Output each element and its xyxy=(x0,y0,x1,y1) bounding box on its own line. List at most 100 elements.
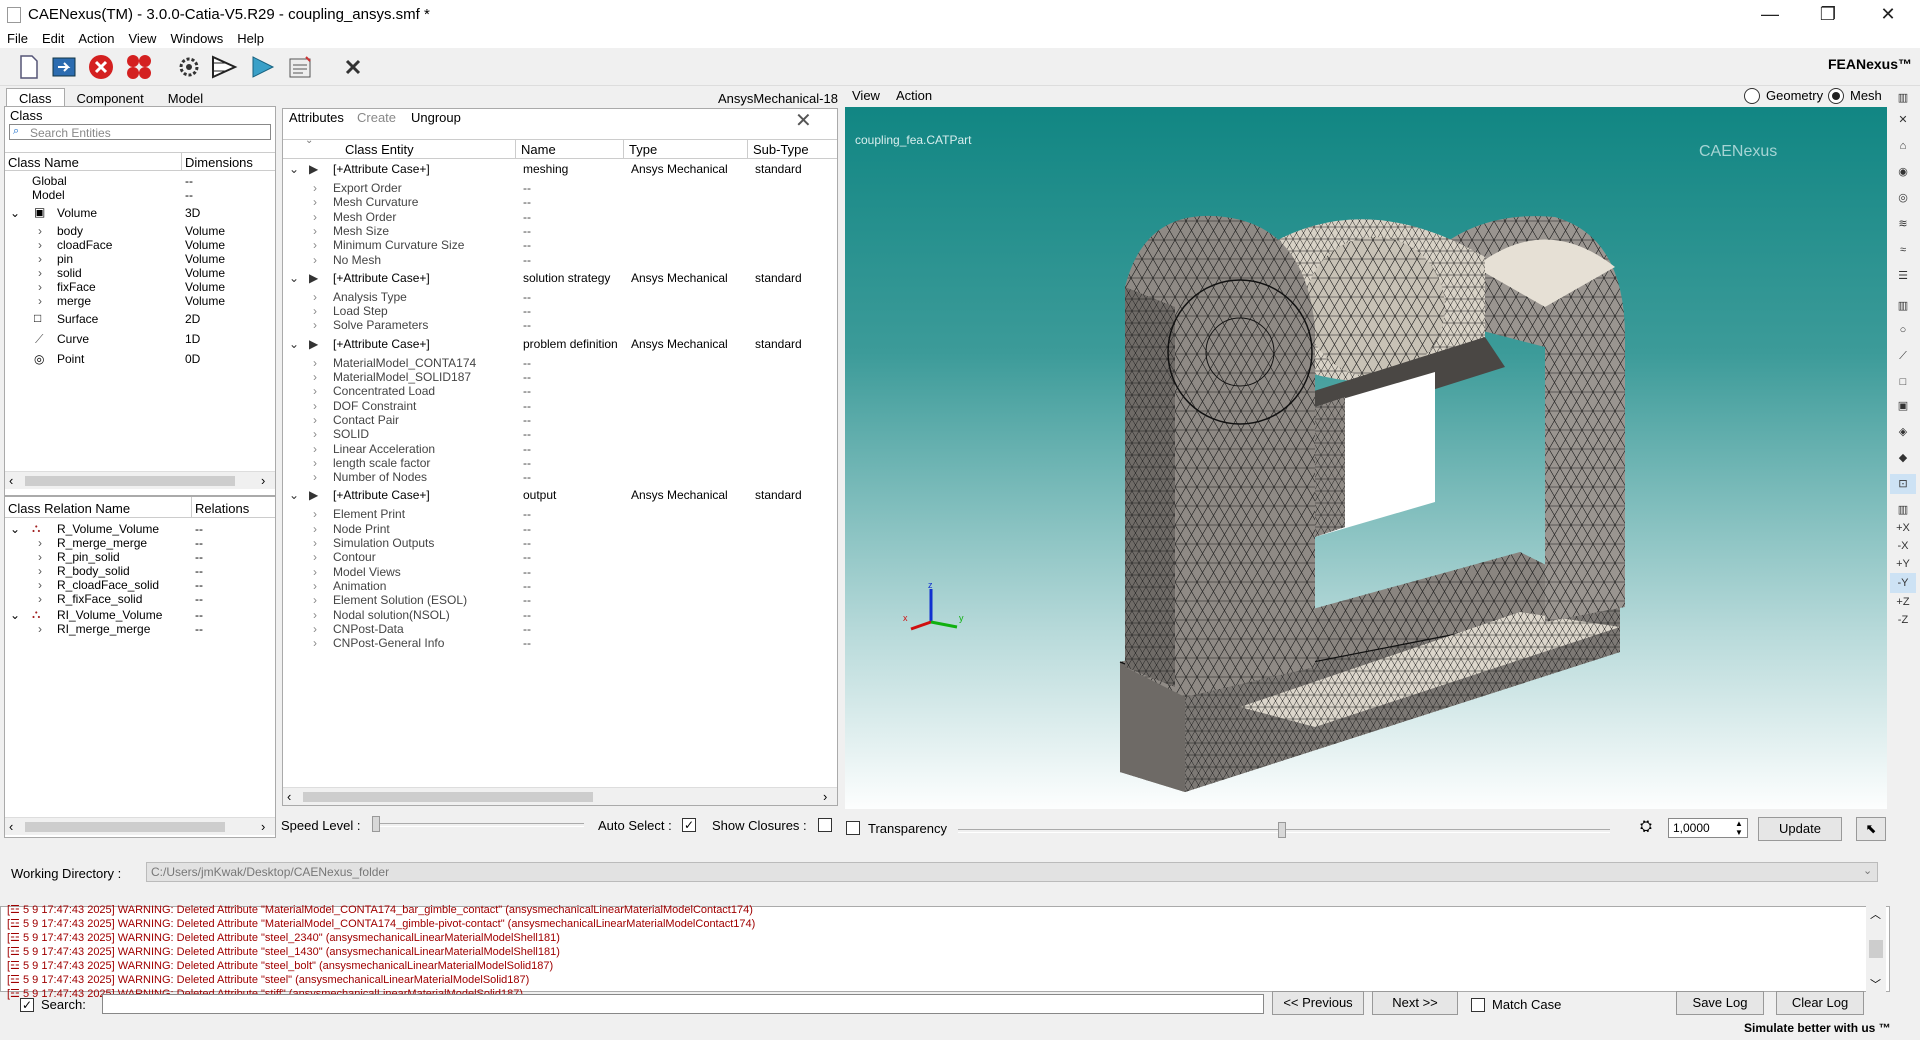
attribute-item[interactable]: Export Order xyxy=(333,181,402,195)
menu-edit[interactable]: Edit xyxy=(35,30,71,48)
scroll-right-icon[interactable]: › xyxy=(261,819,265,834)
expand-chevron-icon[interactable]: › xyxy=(313,370,317,384)
relation-item[interactable]: R_fixFace_solid xyxy=(57,592,142,606)
expand-chevron-icon[interactable]: › xyxy=(38,564,42,578)
attribute-item[interactable]: MaterialModel_SOLID187 xyxy=(333,370,471,384)
collapse-chevron-icon[interactable]: ⌄ xyxy=(289,488,299,502)
save-log-button[interactable]: Save Log xyxy=(1676,991,1764,1015)
header-relations[interactable]: Relations xyxy=(195,501,250,516)
header-subtype[interactable]: Sub-Type xyxy=(753,142,809,157)
expand-chevron-icon[interactable]: › xyxy=(38,536,42,550)
tree-item-model[interactable]: Model xyxy=(32,188,65,202)
layer-stack-icon[interactable]: ☰ xyxy=(1890,266,1916,286)
expand-chevron-icon[interactable]: › xyxy=(313,304,317,318)
attribute-item[interactable]: Load Step xyxy=(333,304,388,318)
attribute-case-row[interactable]: [+Attribute Case+] xyxy=(333,271,430,285)
header-class-name[interactable]: Class Name xyxy=(8,155,79,170)
expand-chevron-icon[interactable]: › xyxy=(38,578,42,592)
attribute-case-row[interactable]: [+Attribute Case+] xyxy=(333,337,430,351)
layer-icon[interactable]: ≋ xyxy=(1890,214,1916,234)
mesh-radio[interactable] xyxy=(1828,88,1844,104)
attribute-item[interactable]: Contact Pair xyxy=(333,413,399,427)
expand-chevron-icon[interactable]: › xyxy=(313,507,317,521)
tree-item-volume[interactable]: Volume xyxy=(57,206,97,220)
attribute-case-play-icon[interactable]: ▶ xyxy=(309,271,318,285)
relation-item[interactable]: R_pin_solid xyxy=(57,550,120,564)
update-button[interactable]: Update xyxy=(1758,817,1842,841)
scroll-thumb[interactable] xyxy=(25,822,225,832)
close-button[interactable]: ✕ xyxy=(1866,2,1910,28)
scroll-right-icon[interactable]: › xyxy=(823,789,827,804)
collapse-chevron-icon[interactable]: ⌄ xyxy=(289,337,299,351)
play-icon[interactable] xyxy=(248,52,278,82)
geometry-radio[interactable] xyxy=(1744,88,1760,104)
expand-chevron-icon[interactable]: › xyxy=(313,399,317,413)
expand-chevron-icon[interactable]: › xyxy=(38,294,42,308)
previous-button[interactable]: << Previous xyxy=(1272,991,1364,1015)
hide-eye-icon[interactable]: ◎ xyxy=(1890,188,1916,208)
show-closures-checkbox[interactable] xyxy=(818,818,832,832)
collapse-chevron-icon[interactable]: ⌄ xyxy=(10,608,20,622)
attribute-item[interactable]: Model Views xyxy=(333,565,401,579)
tree-item-global[interactable]: Global xyxy=(32,174,67,188)
fit-view-icon[interactable]: ⊡ xyxy=(1890,474,1916,494)
attributes-hscrollbar[interactable]: ‹ › xyxy=(283,787,837,805)
expand-chevron-icon[interactable]: › xyxy=(313,636,317,650)
header-name[interactable]: Name xyxy=(521,142,556,157)
attribute-item[interactable]: Simulation Outputs xyxy=(333,536,434,550)
relation-item[interactable]: R_cloadFace_solid xyxy=(57,578,159,592)
attribute-item[interactable]: Concentrated Load xyxy=(333,384,435,398)
dropdown-chevron-icon[interactable]: ⌄ xyxy=(1863,864,1872,877)
attribute-item[interactable]: Solve Parameters xyxy=(333,318,428,332)
expand-chevron-icon[interactable]: › xyxy=(313,442,317,456)
tree-item-pin[interactable]: pin xyxy=(57,252,73,266)
expand-chevron-icon[interactable]: › xyxy=(313,195,317,209)
attribute-item[interactable]: Number of Nodes xyxy=(333,470,427,484)
expand-chevron-icon[interactable]: › xyxy=(313,550,317,564)
relation-item[interactable]: RI_merge_merge xyxy=(57,622,150,636)
tree-item-point[interactable]: Point xyxy=(57,352,84,366)
tab-ungroup[interactable]: Ungroup xyxy=(411,110,461,125)
attribute-item[interactable]: MaterialModel_CONTA174 xyxy=(333,356,476,370)
menu-file[interactable]: File xyxy=(0,30,35,48)
close-panel-icon[interactable]: ✕ xyxy=(795,108,812,133)
attribute-item[interactable]: CNPost-General Info xyxy=(333,636,444,650)
tab-attributes[interactable]: Attributes xyxy=(289,110,344,125)
expand-chevron-icon[interactable]: › xyxy=(38,224,42,238)
attribute-item[interactable]: SOLID xyxy=(333,427,369,441)
collapse-chevron-icon[interactable]: ⌄ xyxy=(10,206,20,220)
attribute-item[interactable]: Nodal solution(NSOL) xyxy=(333,608,450,622)
expand-chevron-icon[interactable]: › xyxy=(313,181,317,195)
view-minus-x-button[interactable]: -X xyxy=(1890,536,1916,556)
vertex-icon[interactable]: ◈ xyxy=(1890,422,1916,442)
scroll-left-icon[interactable]: ‹ xyxy=(9,819,13,834)
home-icon[interactable]: ⌂ xyxy=(1890,136,1916,156)
tree-item-merge[interactable]: merge xyxy=(57,294,91,308)
expand-chevron-icon[interactable]: › xyxy=(38,252,42,266)
expand-chevron-icon[interactable]: › xyxy=(313,565,317,579)
show-eye-icon[interactable]: ◉ xyxy=(1890,162,1916,182)
search-checkbox[interactable]: ✓ xyxy=(20,998,34,1012)
mesh-run-icon[interactable] xyxy=(210,52,240,82)
tab-create[interactable]: Create xyxy=(357,110,396,125)
expand-chevron-icon[interactable]: › xyxy=(38,550,42,564)
scroll-thumb[interactable] xyxy=(303,792,593,802)
attribute-case-play-icon[interactable]: ▶ xyxy=(309,488,318,502)
open-file-icon[interactable] xyxy=(50,52,80,82)
point-select-icon[interactable]: ○ xyxy=(1890,320,1916,340)
expand-chevron-icon[interactable]: › xyxy=(313,608,317,622)
tree-item-cloadface[interactable]: cloadFace xyxy=(57,238,112,252)
close-view-icon[interactable]: ✕ xyxy=(1890,110,1916,130)
expand-chevron-icon[interactable]: › xyxy=(313,210,317,224)
expand-chevron-icon[interactable]: › xyxy=(313,593,317,607)
view-plus-z-button[interactable]: +Z xyxy=(1890,592,1916,612)
tree-item-fixface[interactable]: fixFace xyxy=(57,280,96,294)
header-class-entity[interactable]: Class Entity xyxy=(345,142,414,157)
menu-action[interactable]: Action xyxy=(71,30,121,48)
expand-chevron-icon[interactable]: › xyxy=(313,579,317,593)
edge-select-icon[interactable]: ⟋ xyxy=(1890,346,1916,366)
clear-log-button[interactable]: Clear Log xyxy=(1776,991,1864,1015)
restore-button[interactable]: ❐ xyxy=(1806,2,1850,28)
expand-chevron-icon[interactable]: › xyxy=(313,427,317,441)
header-type[interactable]: Type xyxy=(629,142,658,157)
